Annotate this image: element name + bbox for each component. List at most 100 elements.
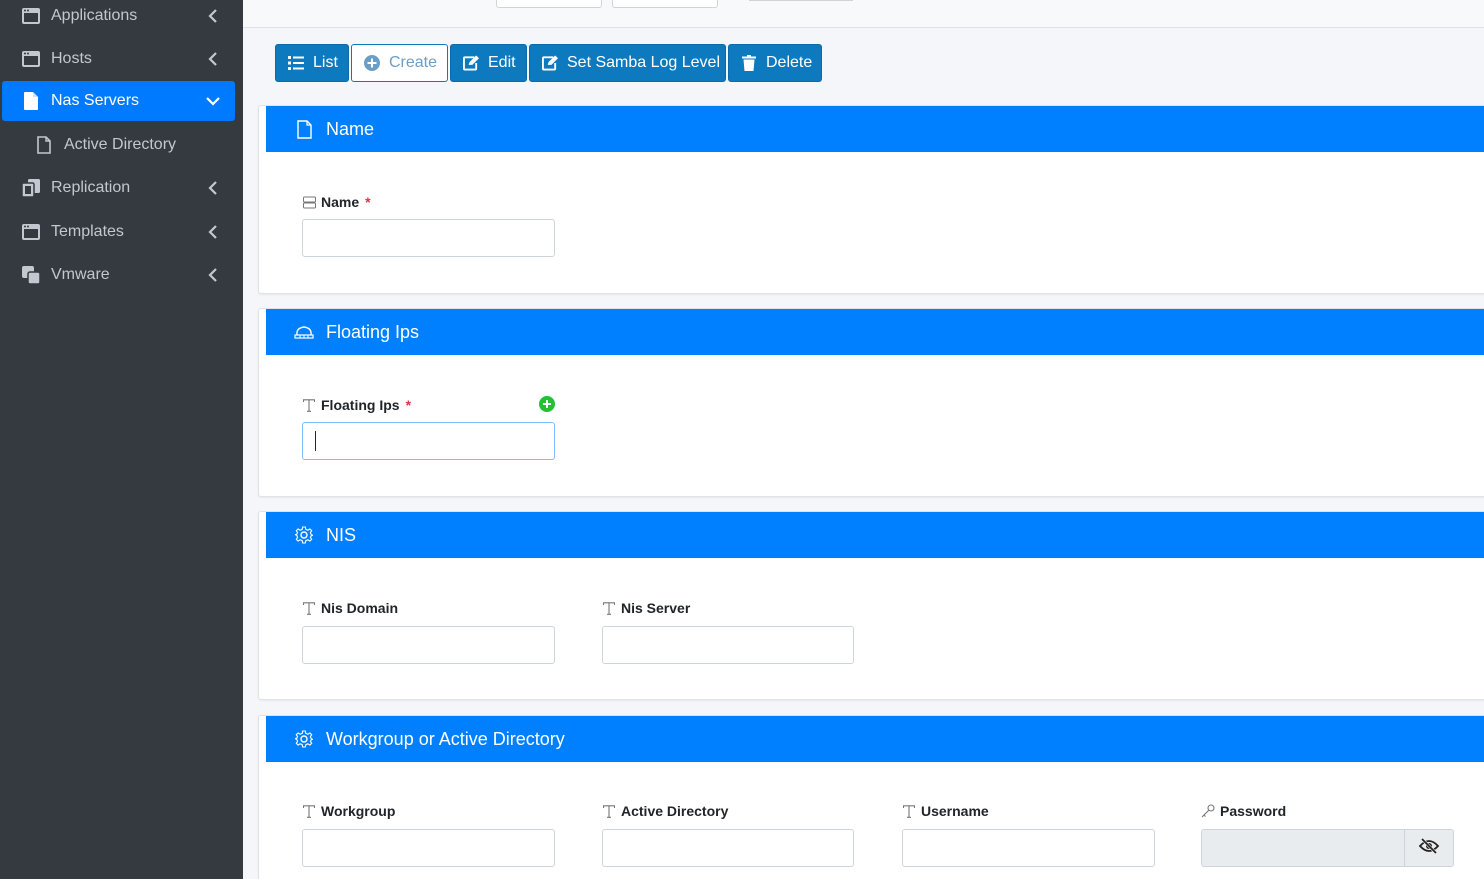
sidebar-item-label: Templates bbox=[51, 223, 124, 240]
plus-circle-icon bbox=[364, 55, 380, 71]
sidebar-item-applications[interactable]: Applications bbox=[0, 0, 236, 36]
field-label: Username bbox=[921, 803, 989, 819]
sidebar-item-hosts[interactable]: Hosts bbox=[0, 39, 236, 79]
list-icon bbox=[288, 55, 304, 71]
server-icon bbox=[302, 195, 316, 209]
workgroup-input[interactable] bbox=[302, 829, 555, 867]
workgroup-section: Workgroup or Active Directory Workgroup … bbox=[258, 715, 1484, 879]
nis-domain-label: Nis Domain bbox=[302, 600, 398, 616]
field-label: Password bbox=[1220, 803, 1287, 819]
set-samba-log-level-label: Set Samba Log Level bbox=[567, 54, 720, 71]
top-button-stub[interactable] bbox=[612, 0, 718, 8]
nis-domain-input[interactable] bbox=[302, 626, 555, 664]
sidebar-item-vmware[interactable]: Vmware bbox=[0, 255, 236, 295]
file-icon bbox=[22, 92, 40, 110]
sidebar-item-nas-servers[interactable]: Nas Servers bbox=[2, 81, 235, 121]
sidebar-item-replication[interactable]: Replication bbox=[0, 168, 236, 208]
sidebar-item-templates[interactable]: Templates bbox=[0, 212, 236, 252]
text-icon bbox=[602, 804, 616, 818]
sidebar-item-label: Vmware bbox=[51, 266, 110, 283]
delete-button-label: Delete bbox=[766, 54, 813, 71]
field-label: Nis Server bbox=[621, 600, 691, 616]
text-icon bbox=[302, 398, 316, 412]
field-label: Active Directory bbox=[621, 803, 729, 819]
gear-icon bbox=[294, 525, 314, 545]
workgroup-section-header: Workgroup or Active Directory bbox=[266, 716, 1484, 762]
name-input[interactable] bbox=[302, 219, 555, 257]
active-directory-label: Active Directory bbox=[602, 803, 728, 819]
file-outline-icon bbox=[35, 136, 53, 154]
edit-icon bbox=[542, 55, 558, 71]
username-input[interactable] bbox=[902, 829, 1155, 867]
trash-icon bbox=[741, 55, 757, 71]
nis-section-header: NIS bbox=[266, 512, 1484, 558]
active-directory-input[interactable] bbox=[602, 829, 854, 867]
chevron-down-icon bbox=[205, 93, 221, 109]
key-icon bbox=[1201, 804, 1215, 818]
field-label: Floating Ips bbox=[321, 397, 400, 413]
edit-button-label: Edit bbox=[488, 54, 516, 71]
chevron-left-icon bbox=[205, 224, 221, 240]
top-tab-stub[interactable] bbox=[749, 0, 853, 1]
chevron-left-icon bbox=[205, 180, 221, 196]
nis-server-label: Nis Server bbox=[602, 600, 690, 616]
nis-section: NIS Nis Domain Nis Server bbox=[258, 511, 1484, 700]
delete-button[interactable]: Delete bbox=[728, 44, 822, 82]
edit-button[interactable]: Edit bbox=[450, 44, 527, 82]
password-input[interactable] bbox=[1201, 829, 1404, 867]
field-label: Workgroup bbox=[321, 803, 396, 819]
edit-icon bbox=[463, 55, 479, 71]
text-icon bbox=[902, 804, 916, 818]
required-marker: * bbox=[405, 397, 412, 413]
section-title: Floating Ips bbox=[326, 321, 420, 342]
text-icon bbox=[302, 804, 316, 818]
text-icon bbox=[302, 601, 316, 615]
window-icon bbox=[22, 7, 40, 25]
floating-ips-section: Floating Ips Floating Ips * bbox=[258, 308, 1484, 497]
workgroup-label: Workgroup bbox=[302, 803, 395, 819]
name-section-header: Name bbox=[266, 106, 1484, 152]
section-title: Workgroup or Active Directory bbox=[326, 728, 565, 749]
clone-icon bbox=[22, 266, 40, 284]
gear-icon bbox=[294, 729, 314, 749]
text-cursor bbox=[315, 431, 316, 451]
top-button-stub[interactable] bbox=[496, 0, 602, 8]
username-label: Username bbox=[902, 803, 989, 819]
network-icon bbox=[294, 322, 314, 342]
nis-server-input[interactable] bbox=[602, 626, 854, 664]
list-button[interactable]: List bbox=[275, 44, 349, 82]
floating-ips-input[interactable] bbox=[302, 422, 555, 460]
sidebar: Applications Hosts Nas Servers Active Di… bbox=[0, 0, 243, 879]
list-button-label: List bbox=[313, 54, 338, 71]
section-title: NIS bbox=[326, 524, 357, 545]
chevron-left-icon bbox=[205, 51, 221, 67]
window-icon bbox=[22, 223, 40, 241]
top-navbar bbox=[243, 0, 1484, 28]
name-label: Name * bbox=[302, 194, 371, 210]
password-field-group bbox=[1201, 829, 1454, 867]
file-outline-icon bbox=[294, 119, 314, 139]
field-label: Name bbox=[321, 194, 360, 210]
chevron-left-icon bbox=[205, 8, 221, 24]
chevron-left-icon bbox=[205, 267, 221, 283]
sidebar-item-label: Applications bbox=[51, 7, 138, 24]
set-samba-log-level-button[interactable]: Set Samba Log Level bbox=[529, 44, 726, 82]
toggle-password-visibility-button[interactable] bbox=[1404, 829, 1454, 867]
text-icon bbox=[602, 601, 616, 615]
required-marker: * bbox=[365, 194, 371, 210]
add-floating-ip-icon[interactable] bbox=[539, 396, 555, 412]
sidebar-item-label: Active Directory bbox=[64, 136, 177, 153]
create-button-label: Create bbox=[389, 54, 438, 71]
window-icon bbox=[22, 50, 40, 68]
password-label: Password bbox=[1201, 803, 1286, 819]
eye-slash-icon bbox=[1418, 837, 1440, 859]
sidebar-item-active-directory[interactable]: Active Directory bbox=[0, 125, 236, 165]
field-label: Nis Domain bbox=[321, 600, 399, 616]
sidebar-item-label: Replication bbox=[51, 179, 131, 196]
copy-icon bbox=[22, 179, 40, 197]
sidebar-item-label: Hosts bbox=[51, 50, 92, 67]
create-button[interactable]: Create bbox=[351, 44, 448, 82]
section-title: Name bbox=[326, 118, 375, 139]
sidebar-item-label: Nas Servers bbox=[51, 92, 140, 109]
floating-ips-input-wrapper bbox=[302, 422, 555, 460]
